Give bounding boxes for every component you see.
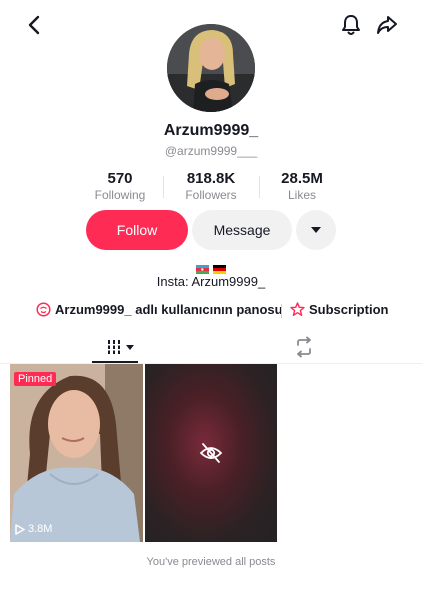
followers-count: 818.8K bbox=[186, 170, 236, 187]
grid-icon bbox=[106, 339, 122, 355]
showcase-label: Arzum9999_ adlı kullanıcının panosu bbox=[55, 302, 283, 317]
likes-label: Likes bbox=[287, 188, 316, 202]
tab-reposts[interactable] bbox=[293, 336, 315, 358]
showcase-link[interactable]: Arzum9999_ adlı kullanıcının panosu bbox=[36, 302, 283, 317]
pinned-badge: Pinned bbox=[14, 372, 57, 386]
caret-down-icon bbox=[311, 227, 321, 233]
star-badge-icon bbox=[290, 302, 305, 317]
display-name: Arzum9999_ bbox=[163, 122, 259, 139]
likes-count: 28.5M bbox=[281, 170, 323, 187]
play-icon bbox=[15, 523, 25, 535]
bell-icon[interactable] bbox=[340, 13, 362, 37]
eye-off-icon bbox=[199, 442, 223, 464]
flag-germany bbox=[213, 261, 226, 274]
following-stat[interactable]: 570 Following bbox=[70, 170, 170, 202]
subscription-label: Subscription bbox=[309, 302, 389, 317]
video-thumbnail-hidden[interactable] bbox=[145, 364, 277, 542]
likes-stat[interactable]: 28.5M Likes bbox=[252, 170, 352, 202]
link-divider bbox=[281, 304, 282, 318]
bio-text: Insta: Arzum9999_ bbox=[156, 274, 266, 289]
avatar[interactable] bbox=[167, 24, 255, 112]
flag-azerbaijan bbox=[196, 261, 209, 274]
caret-down-icon bbox=[126, 344, 134, 350]
following-count: 570 bbox=[107, 170, 133, 187]
view-count-value: 3.8M bbox=[28, 523, 53, 535]
message-button[interactable]: Message bbox=[192, 210, 292, 250]
followers-label: Followers bbox=[185, 188, 237, 202]
follow-button[interactable]: Follow bbox=[86, 210, 188, 250]
view-count: 3.8M bbox=[15, 523, 52, 535]
subscription-link[interactable]: Subscription bbox=[290, 302, 388, 317]
back-icon[interactable] bbox=[24, 14, 44, 36]
tab-videos[interactable] bbox=[98, 334, 142, 360]
followers-stat[interactable]: 818.8K Followers bbox=[161, 170, 261, 202]
shop-face-icon bbox=[36, 302, 51, 317]
share-icon[interactable] bbox=[375, 13, 399, 37]
username: @arzum9999___ bbox=[164, 144, 258, 158]
video-thumbnail-pinned[interactable]: Pinned 3.8M bbox=[10, 364, 143, 542]
more-options-button[interactable] bbox=[296, 210, 336, 250]
following-label: Following bbox=[94, 188, 146, 202]
previewed-all-text: You've previewed all posts bbox=[146, 556, 276, 568]
repost-icon bbox=[293, 336, 315, 358]
